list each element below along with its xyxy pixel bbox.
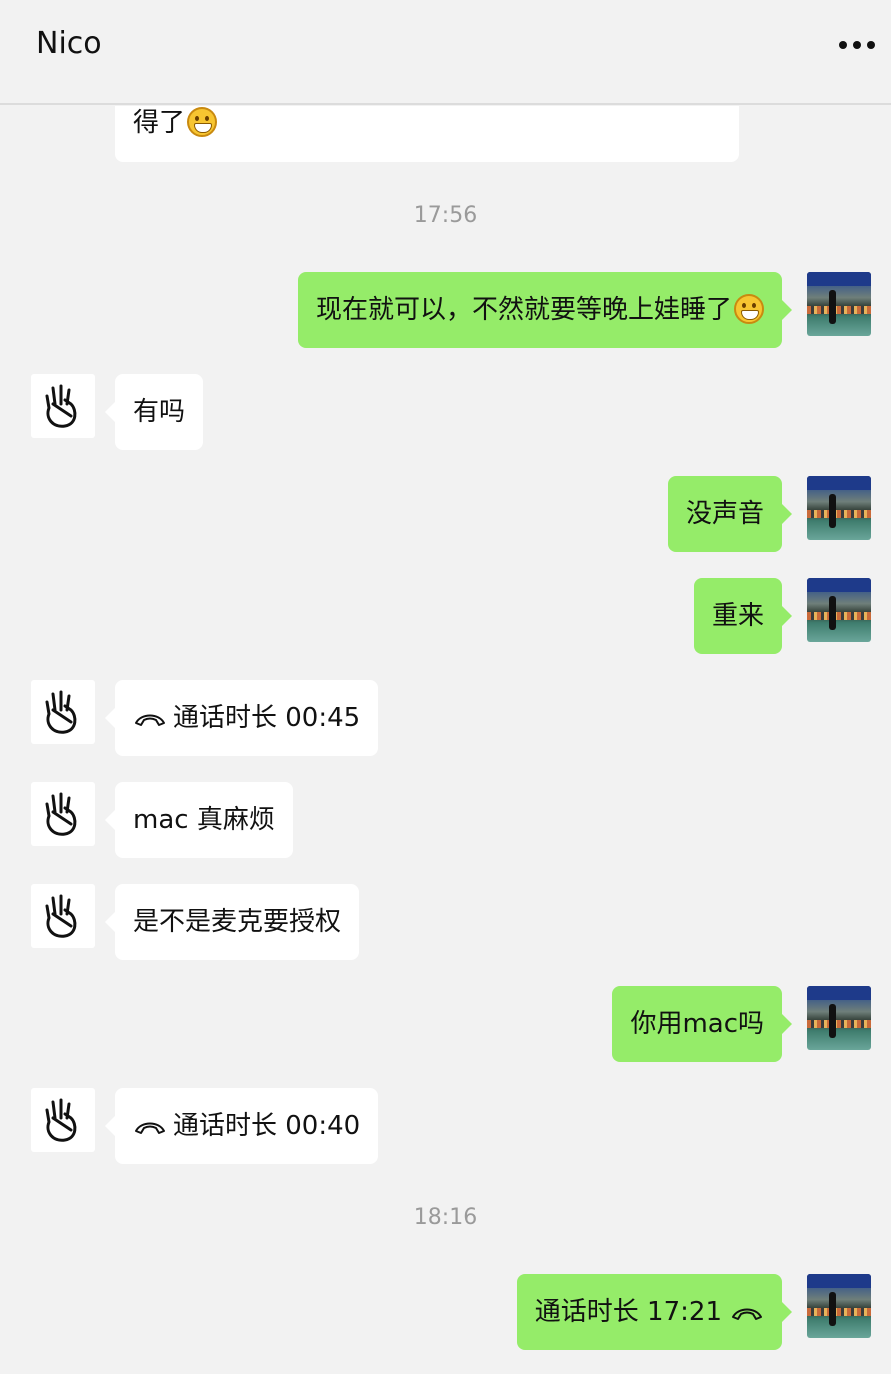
hand-logo-icon [45, 792, 77, 836]
phone-hangup-icon [135, 1122, 165, 1134]
message-bubble[interactable]: 是不是麦克要授权 [104, 884, 360, 960]
call-record-bubble[interactable]: 通话时长 00:45 [104, 680, 379, 756]
my-avatar[interactable] [807, 476, 871, 540]
timestamp: 18:16 [413, 1205, 478, 1230]
grin-emoji [734, 294, 764, 324]
chat-header: Nico [0, 0, 891, 105]
more-icon[interactable] [835, 38, 875, 52]
message-text: 没声音 [685, 499, 764, 529]
message-text: 现在就可以，不然就要等晚上娃睡了 [315, 295, 732, 325]
contact-avatar[interactable] [31, 782, 95, 846]
grin-emoji [187, 107, 218, 137]
message-text: 重来 [711, 601, 764, 631]
hand-logo-icon [45, 1098, 77, 1142]
message-bubble[interactable]: mac 真麻烦 [105, 782, 293, 858]
message-text: 得了 [133, 108, 186, 138]
contact-avatar[interactable] [31, 884, 95, 948]
call-record-bubble[interactable]: 通话时长 00:40 [104, 1088, 379, 1164]
message-bubble[interactable]: 你用mac吗 [612, 986, 792, 1062]
contact-avatar[interactable] [31, 374, 95, 438]
my-avatar[interactable] [807, 1274, 871, 1338]
hand-logo-icon [45, 894, 77, 938]
message-text: mac 真麻烦 [133, 805, 275, 835]
message-bubble[interactable]: 没声音 [667, 476, 793, 552]
phone-hangup-icon [732, 1308, 762, 1320]
call-record-bubble[interactable]: 通话时长 17:21 [516, 1274, 793, 1350]
my-avatar[interactable] [807, 578, 871, 642]
hand-logo-icon [45, 690, 77, 734]
message-bubble[interactable]: 得了 [115, 106, 739, 162]
call-duration-text: 通话时长 00:45 [173, 703, 361, 733]
message-text: 有吗 [133, 397, 186, 427]
message-bubble[interactable]: 现在就可以，不然就要等晚上娃睡了 [297, 272, 793, 348]
message-bubble[interactable]: 重来 [693, 578, 793, 654]
contact-avatar[interactable] [31, 680, 95, 744]
my-avatar[interactable] [807, 986, 871, 1050]
my-avatar[interactable] [807, 272, 871, 336]
chat-title[interactable]: Nico [36, 26, 102, 62]
contact-avatar[interactable] [31, 1088, 95, 1152]
phone-hangup-icon [135, 714, 165, 726]
message-bubble[interactable]: 有吗 [104, 374, 204, 450]
message-text: 是不是麦克要授权 [133, 907, 342, 937]
timestamp: 17:56 [413, 203, 478, 228]
message-text: 你用mac吗 [630, 1009, 764, 1039]
hand-logo-icon [45, 384, 77, 428]
call-duration-text: 通话时长 00:40 [173, 1111, 361, 1141]
call-duration-text: 通话时长 17:21 [534, 1297, 722, 1327]
